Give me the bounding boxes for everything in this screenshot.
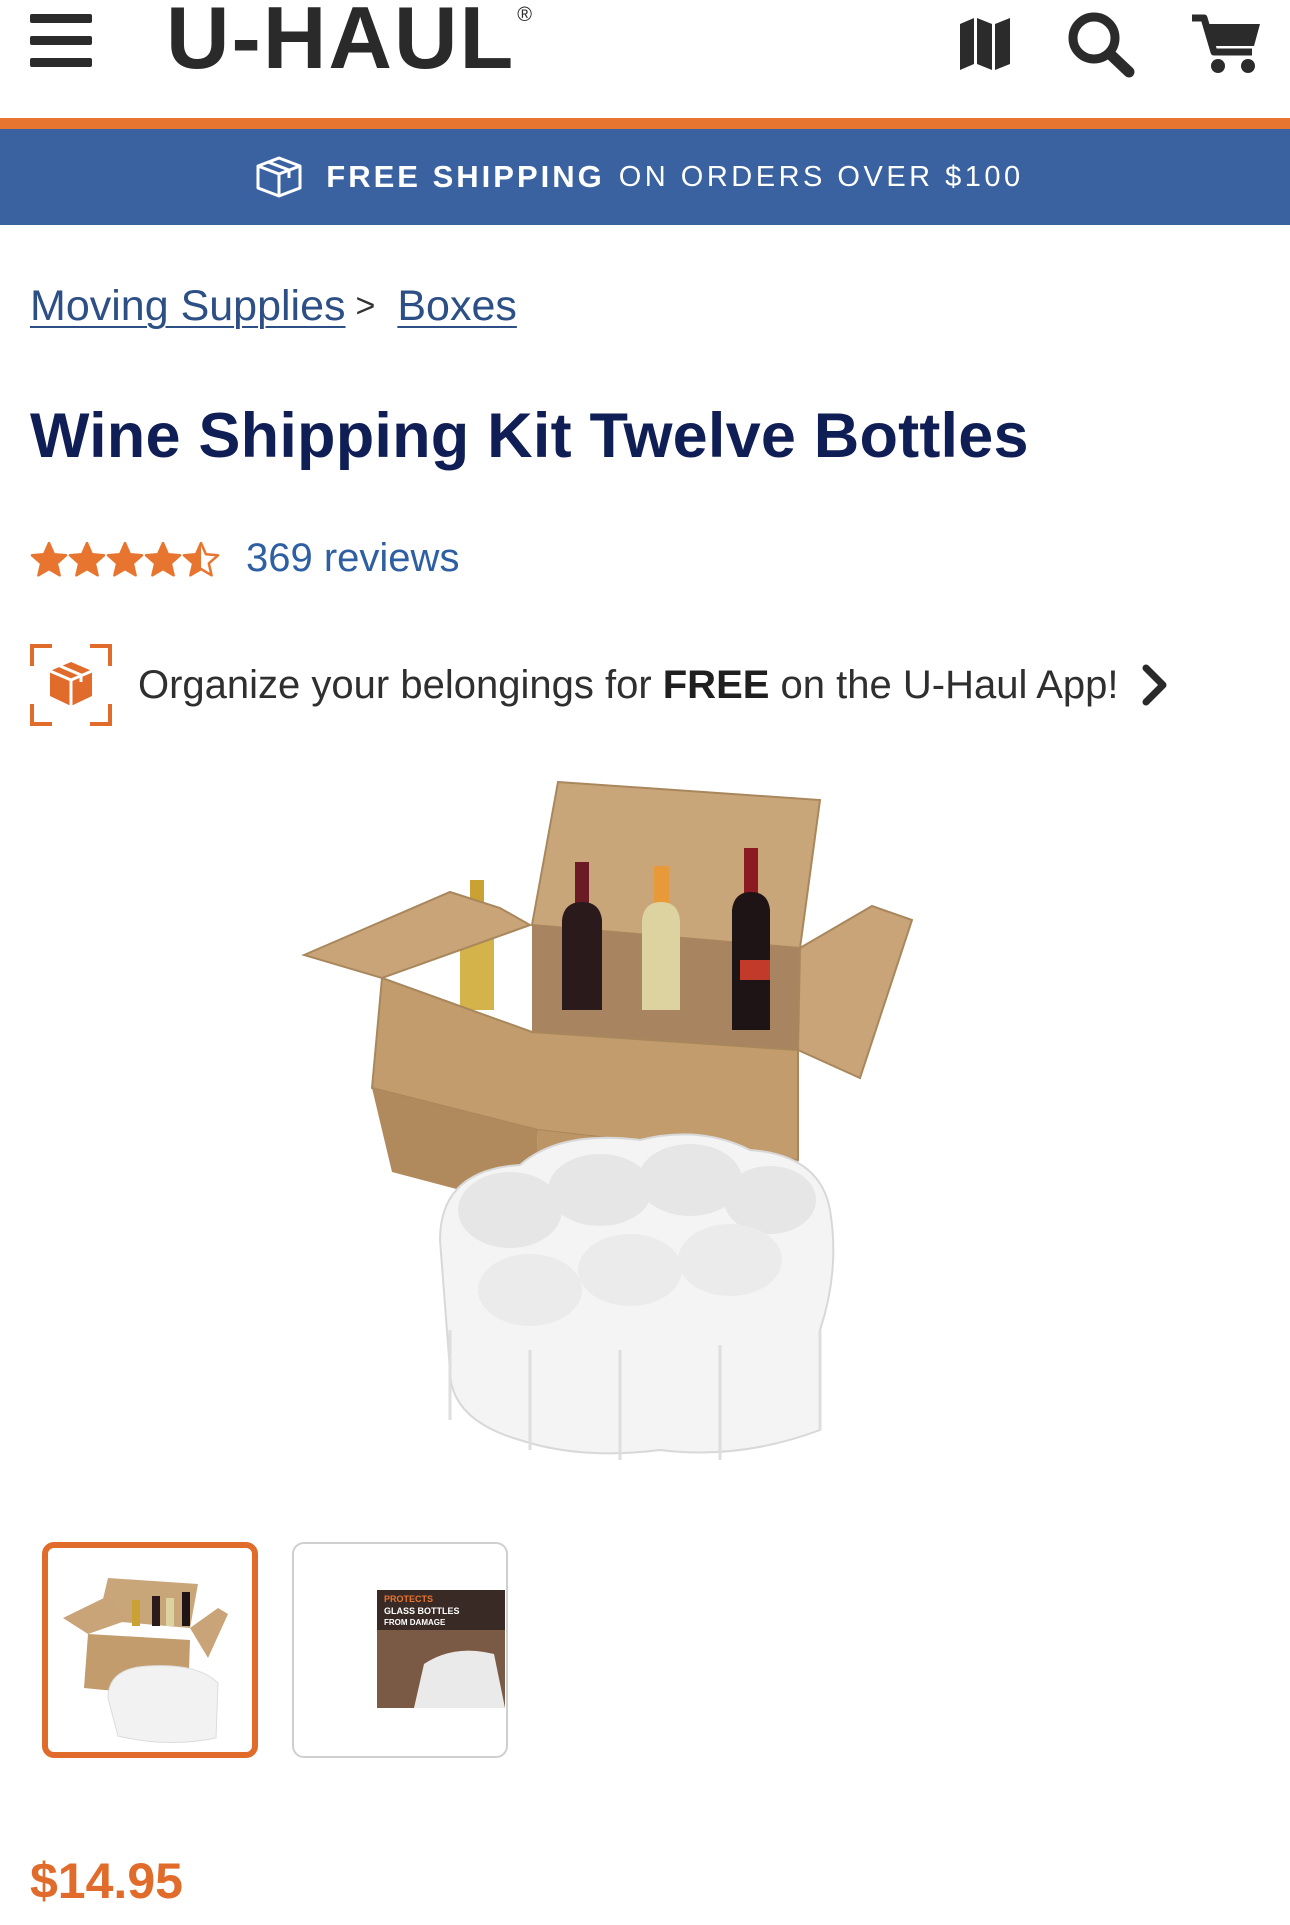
star-rating — [30, 541, 220, 577]
chevron-right-icon — [1142, 664, 1167, 706]
cart-icon[interactable] — [1190, 14, 1262, 76]
product-image[interactable] — [300, 770, 940, 1470]
thumbnail-image — [63, 1578, 228, 1743]
thumbnail-2[interactable]: PROTECTS GLASS BOTTLES FROM DAMAGE — [292, 1542, 508, 1758]
thumbnail-image: PROTECTS GLASS BOTTLES FROM DAMAGE — [377, 1590, 505, 1708]
star-icon — [144, 541, 182, 577]
reviews-link[interactable]: 369 reviews — [246, 536, 459, 581]
thumbnail-1[interactable] — [42, 1542, 258, 1758]
uhaul-logo[interactable]: U-HAUL ® — [166, 0, 533, 87]
box-icon — [256, 156, 302, 198]
breadcrumb: Moving Supplies > Boxes — [30, 282, 517, 331]
promo-bold-text: FREE SHIPPING — [326, 159, 605, 194]
svg-text:GLASS BOTTLES: GLASS BOTTLES — [384, 1606, 460, 1616]
star-icon — [68, 541, 106, 577]
product-price: $14.95 — [30, 1853, 183, 1909]
product-title: Wine Shipping Kit Twelve Bottles — [30, 401, 1029, 471]
svg-text:PROTECTS: PROTECTS — [384, 1594, 433, 1604]
app-promo-bold: FREE — [662, 662, 770, 707]
free-shipping-banner[interactable]: FREE SHIPPING ON ORDERS OVER $100 — [0, 129, 1290, 225]
breadcrumb-moving-supplies[interactable]: Moving Supplies — [30, 282, 346, 331]
breadcrumb-boxes[interactable]: Boxes — [397, 282, 517, 331]
breadcrumb-separator: > — [355, 287, 376, 325]
app-promo-text: Organize your belongings for FREE on the… — [138, 662, 1119, 707]
map-icon[interactable] — [958, 16, 1012, 72]
foam-insert — [438, 1133, 835, 1460]
star-icon — [106, 541, 144, 577]
star-icon — [182, 541, 220, 577]
header-accent-bar — [0, 118, 1290, 129]
site-header: U-HAUL ® — [0, 0, 1290, 118]
logo-text: U-HAUL — [166, 0, 516, 87]
menu-icon[interactable] — [30, 14, 92, 68]
promo-text: ON ORDERS OVER $100 — [618, 160, 1024, 193]
product-rating[interactable]: 369 reviews — [30, 536, 459, 581]
svg-text:FROM DAMAGE: FROM DAMAGE — [384, 1618, 446, 1627]
app-box-icon — [30, 644, 112, 726]
search-icon[interactable] — [1066, 10, 1136, 78]
logo-registered-mark: ® — [517, 4, 533, 26]
app-promo-link[interactable]: Organize your belongings for FREE on the… — [30, 644, 1230, 726]
star-icon — [30, 541, 68, 577]
